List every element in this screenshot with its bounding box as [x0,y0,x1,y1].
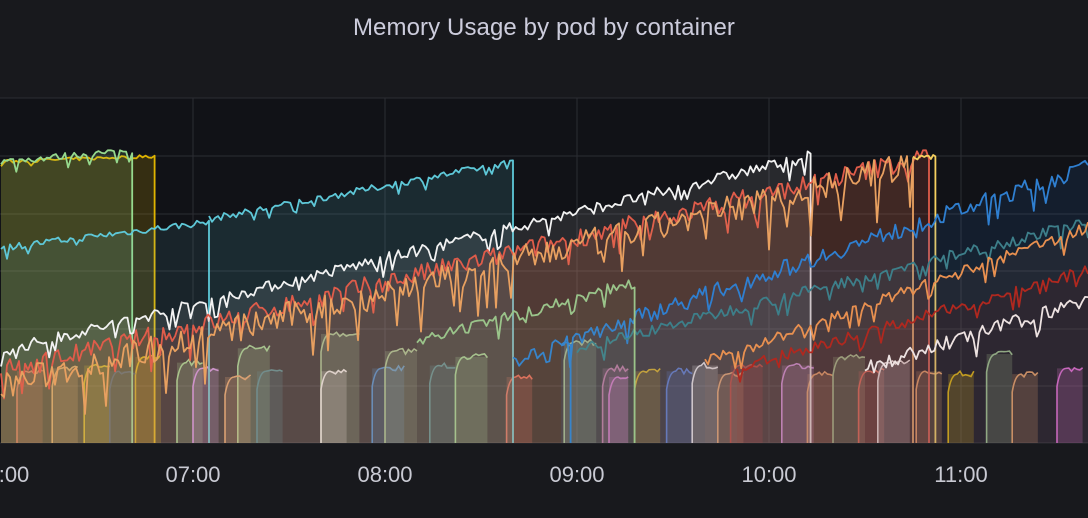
x-tick-label: 07:00 [165,462,220,487]
x-tick-label: :00 [0,462,29,487]
graph-panel: Memory Usage by pod by container :00 07:0… [0,0,1088,518]
x-tick-label: 10:00 [741,462,796,487]
memory-usage-chart[interactable]: :00 07:00 08:00 09:00 10:00 11:00 [0,0,1088,518]
x-tick-label: 09:00 [549,462,604,487]
x-tick-label: 08:00 [357,462,412,487]
x-tick-label: 11:00 [934,462,987,487]
